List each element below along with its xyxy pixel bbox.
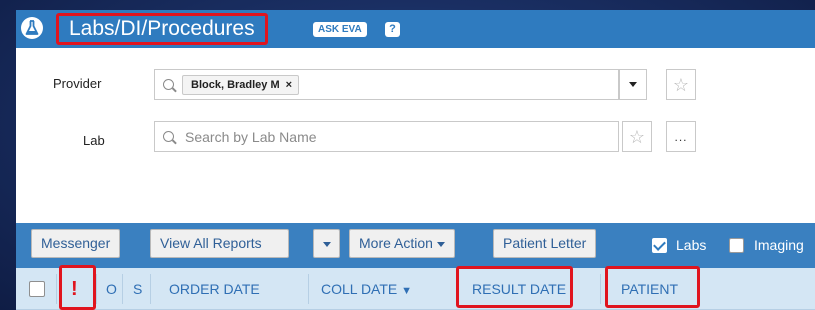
labs-window: Labs/DI/Procedures ASK EVA ? Provider Bl… xyxy=(16,10,815,310)
column-o[interactable]: O xyxy=(106,268,117,310)
provider-dropdown-button[interactable] xyxy=(619,69,647,100)
coll-date-label: COLL DATE xyxy=(321,281,398,297)
search-icon xyxy=(163,79,174,90)
star-icon: ☆ xyxy=(672,74,690,95)
provider-label: Provider xyxy=(53,76,102,91)
lab-search-placeholder: Search by Lab Name xyxy=(185,129,317,145)
provider-tag-label: Block, Bradley M xyxy=(191,79,280,91)
provider-tag: Block, Bradley M × xyxy=(182,75,300,95)
messenger-button[interactable]: Messenger xyxy=(31,229,121,258)
patient-letter-button[interactable]: Patient Letter xyxy=(493,229,597,258)
labs-checkbox-label: Labs xyxy=(676,237,707,253)
lab-favorite-button[interactable]: ☆ xyxy=(622,121,652,152)
view-reports-dropdown-button[interactable] xyxy=(313,229,340,258)
remove-tag-icon[interactable]: × xyxy=(286,79,292,91)
chevron-down-icon xyxy=(629,82,637,87)
more-action-label: More Action xyxy=(359,235,433,251)
provider-favorite-button[interactable]: ☆ xyxy=(666,69,696,100)
page-title: Labs/DI/Procedures xyxy=(56,13,268,45)
action-toolbar: Messenger View All Reports More Action P… xyxy=(16,223,815,268)
ask-eva-button[interactable]: ASK EVA xyxy=(313,22,367,37)
header-bar: Labs/DI/Procedures ASK EVA ? xyxy=(16,10,815,48)
more-icon: ... xyxy=(674,129,688,144)
imaging-checkbox-label: Imaging xyxy=(754,237,804,253)
view-all-reports-button[interactable]: View All Reports xyxy=(150,229,289,258)
star-icon: ☆ xyxy=(628,126,646,147)
imaging-checkbox[interactable] xyxy=(729,238,744,253)
chevron-down-icon xyxy=(323,242,331,247)
chevron-down-icon xyxy=(436,241,445,247)
flag-column-highlight xyxy=(59,265,96,310)
help-button[interactable]: ? xyxy=(385,22,400,37)
provider-field[interactable]: Block, Bradley M × xyxy=(154,69,619,100)
patient-highlight xyxy=(605,266,700,308)
column-coll-date[interactable]: COLL DATE ▼ xyxy=(321,268,412,310)
column-order-date[interactable]: ORDER DATE xyxy=(169,268,260,310)
lab-more-button[interactable]: ... xyxy=(666,121,696,152)
more-action-button[interactable]: More Action xyxy=(349,229,455,258)
search-icon xyxy=(163,131,174,142)
select-all-checkbox[interactable] xyxy=(29,281,45,297)
flask-icon xyxy=(21,17,43,39)
labs-checkbox[interactable] xyxy=(652,238,667,253)
column-s[interactable]: S xyxy=(133,268,142,310)
result-date-highlight xyxy=(456,266,573,308)
lab-search-field[interactable]: Search by Lab Name xyxy=(154,121,619,152)
sort-desc-icon: ▼ xyxy=(401,285,413,297)
lab-label: Lab xyxy=(83,133,105,148)
